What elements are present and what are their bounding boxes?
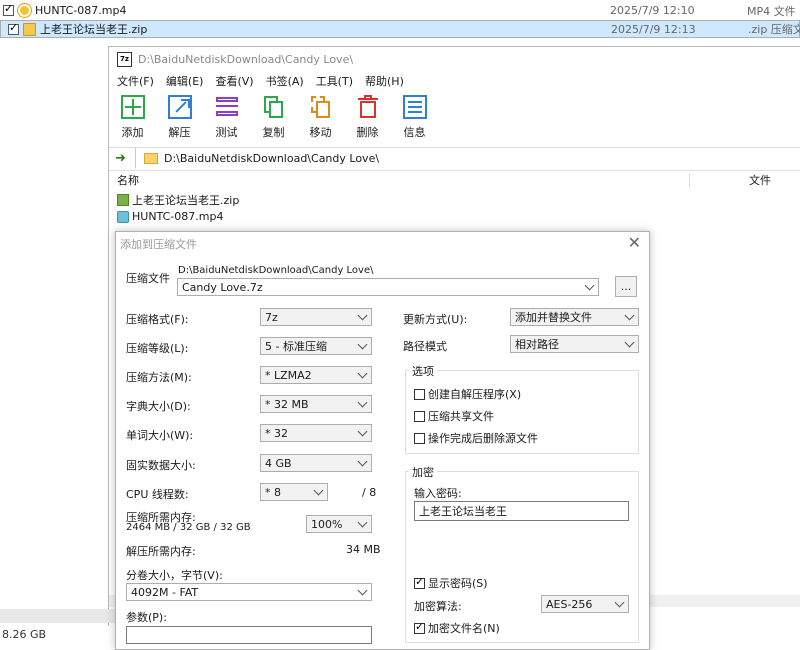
level-label: 压缩等级(L): xyxy=(126,342,189,355)
menu-view[interactable]: 查看(V) xyxy=(215,73,253,89)
mem-decomp-label: 解压所需内存: xyxy=(126,545,196,558)
row-checkbox[interactable] xyxy=(3,2,14,16)
cpu-label: CPU 线程数: xyxy=(126,488,189,501)
plus-icon xyxy=(120,95,145,119)
column-name[interactable]: 名称 xyxy=(117,172,139,188)
column-type[interactable]: 文件 xyxy=(749,172,771,188)
folder-icon xyxy=(144,152,158,164)
menu-help[interactable]: 帮助(H) xyxy=(365,73,404,89)
move-button[interactable]: 移动 xyxy=(297,91,344,143)
menu-file[interactable]: 文件(F) xyxy=(117,73,154,89)
test-button[interactable]: 测试 xyxy=(203,91,250,143)
toolbar: 添加 解压 测试 复制 移动 删除 信息 xyxy=(109,91,800,143)
extract-arrow-icon xyxy=(167,95,192,119)
zip-file-icon xyxy=(23,22,36,36)
options-group-label: 选项 xyxy=(409,363,437,379)
mem-percent-select[interactable]: 100% xyxy=(306,515,372,533)
copy-icon xyxy=(262,95,286,119)
list-item[interactable]: HUNTC-087.mp4 xyxy=(117,208,223,225)
file-type: MP4 文件 xyxy=(747,4,796,18)
address-bar: ➜ D:\BaiduNetdiskDownload\Candy Love\ xyxy=(109,147,800,171)
status-bar xyxy=(0,609,120,623)
window-title: D:\BaiduNetdiskDownload\Candy Love\ xyxy=(138,52,354,66)
column-header: 名称 文件 xyxy=(109,171,800,189)
up-folder-icon[interactable]: ➜ xyxy=(115,152,129,166)
method-label: 压缩方法(M): xyxy=(126,371,192,384)
cpu-select[interactable]: * 8 xyxy=(260,483,328,501)
file-date: 2025/7/9 12:13 xyxy=(611,22,696,36)
level-select[interactable]: 5 - 标准压缩 xyxy=(260,337,372,355)
word-select[interactable]: * 32 xyxy=(260,424,372,442)
7zip-logo-icon: 7z xyxy=(117,51,132,67)
path-label: 路径模式 xyxy=(403,340,447,353)
delete-source-checkbox[interactable]: 操作完成后删除源文件 xyxy=(414,430,538,446)
zip-file-icon xyxy=(117,193,129,206)
file-type: .zip 压缩文件 xyxy=(748,23,800,36)
info-button[interactable]: 信息 xyxy=(391,91,438,143)
total-size: 8.26 GB xyxy=(2,628,47,641)
solid-label: 固实数据大小: xyxy=(126,459,196,472)
archive-label: 压缩文件 xyxy=(126,272,170,285)
test-icon xyxy=(215,95,239,119)
browse-button[interactable]: ... xyxy=(615,276,637,297)
video-file-icon xyxy=(18,4,31,17)
explorer-row-zip[interactable]: 上老王论坛当老王.zip 2025/7/9 12:13 .zip 压缩文件 xyxy=(0,20,800,38)
file-name: 上老王论坛当老王.zip xyxy=(40,23,148,36)
dict-label: 字典大小(D): xyxy=(126,400,191,413)
explorer-row-mp4[interactable]: HUNTC-087.mp4 2025/7/9 12:10 MP4 文件 xyxy=(0,1,800,20)
path-select[interactable]: 相对路径 xyxy=(510,335,639,353)
archive-path: D:\BaiduNetdiskDownload\Candy Love\ xyxy=(178,265,374,276)
file-date: 2025/7/9 12:10 xyxy=(610,4,695,17)
video-file-icon xyxy=(117,210,129,223)
format-label: 压缩格式(F): xyxy=(126,313,189,326)
format-select[interactable]: 7z xyxy=(260,308,372,326)
solid-select[interactable]: 4 GB xyxy=(260,454,372,472)
method-select[interactable]: * LZMA2 xyxy=(260,366,372,384)
dict-select[interactable]: * 32 MB xyxy=(260,395,372,413)
file-name: HUNTC-087.mp4 xyxy=(35,4,127,17)
close-icon[interactable]: ✕ xyxy=(628,233,641,252)
params-input[interactable] xyxy=(126,626,372,644)
dialog-title: 添加到压缩文件 xyxy=(120,238,197,251)
menu-edit[interactable]: 编辑(E) xyxy=(166,73,204,89)
mem-comp-value: 2464 MB / 32 GB / 32 GB xyxy=(126,522,251,533)
password-input[interactable]: 上老王论坛当老王 xyxy=(414,501,629,521)
delete-button[interactable]: 删除 xyxy=(344,91,391,143)
update-select[interactable]: 添加并替换文件 xyxy=(510,308,639,326)
menu-bookmarks[interactable]: 书签(A) xyxy=(266,73,304,89)
add-button[interactable]: 添加 xyxy=(109,91,156,143)
move-icon xyxy=(309,95,333,119)
params-label: 参数(P): xyxy=(126,611,167,624)
extract-button[interactable]: 解压 xyxy=(156,91,203,143)
encryption-group-label: 加密 xyxy=(409,464,437,480)
enc-method-select[interactable]: AES-256 xyxy=(541,595,629,613)
menu-bar: 文件(F) 编辑(E) 查看(V) 书签(A) 工具(T) 帮助(H) xyxy=(109,71,800,91)
update-label: 更新方式(U): xyxy=(403,313,468,326)
volume-label: 分卷大小，字节(V): xyxy=(126,569,223,582)
word-label: 单词大小(W): xyxy=(126,429,194,442)
cpu-max: / 8 xyxy=(362,486,377,499)
mem-decomp-value: 34 MB xyxy=(346,543,381,556)
copy-button[interactable]: 复制 xyxy=(250,91,297,143)
volume-combo[interactable]: 4092M - FAT xyxy=(126,583,372,601)
enc-method-label: 加密算法: xyxy=(414,600,462,613)
file-manager-titlebar: 7z D:\BaiduNetdiskDownload\Candy Love\ xyxy=(109,47,800,71)
shared-checkbox[interactable]: 压缩共享文件 xyxy=(414,408,494,424)
address-field[interactable]: D:\BaiduNetdiskDownload\Candy Love\ xyxy=(135,148,800,168)
row-checkbox[interactable] xyxy=(8,21,19,35)
list-item[interactable]: 上老王论坛当老王.zip xyxy=(117,191,239,208)
add-to-archive-dialog: 添加到压缩文件 ✕ 压缩文件 D:\BaiduNetdiskDownload\C… xyxy=(115,231,650,650)
password-label: 输入密码: xyxy=(414,487,462,500)
show-password-checkbox[interactable]: 显示密码(S) xyxy=(414,575,488,591)
sfx-checkbox[interactable]: 创建自解压程序(X) xyxy=(414,386,521,402)
trash-icon xyxy=(356,95,380,119)
archive-name-combo[interactable]: Candy Love.7z xyxy=(177,278,599,296)
menu-tools[interactable]: 工具(T) xyxy=(316,73,353,89)
encrypt-names-checkbox[interactable]: 加密文件名(N) xyxy=(414,620,500,636)
info-icon xyxy=(402,95,427,119)
